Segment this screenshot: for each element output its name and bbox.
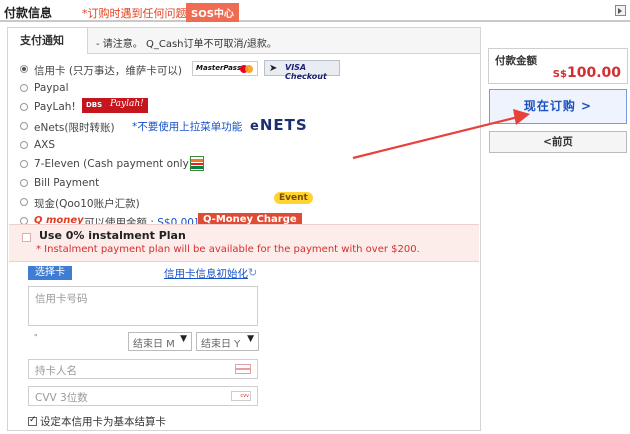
instalment-checkbox[interactable] [22,233,31,242]
masterpass-logo: MasterPass [192,61,258,76]
instalment-note: * Instalment payment plan will be availa… [36,244,420,255]
radio-paylah[interactable] [20,103,28,111]
payment-amount-box: 付款金额 S$100.00 [488,48,628,84]
payment-header: 付款信息 *订购时遇到任何问题请联系 SOS中心 [0,0,630,22]
credit-card-form: 选择卡 信用卡信息初始化 ↻ 信用卡号码 " 结束日 M ▼ 结束日 Y ▼ 持卡人… [26,266,456,432]
radio-enets[interactable] [20,122,28,130]
method-label: 信用卡 (只万事达，维萨卡可以) [34,65,183,77]
card-number-input[interactable]: 信用卡号码 [28,286,258,326]
method-label: Bill Payment [34,177,100,189]
cvv-icon: cvv [231,391,251,401]
instalment-plan-box: Use 0% instalment Plan * Instalment paym… [9,224,479,262]
select-card-button[interactable]: 选择卡 [28,266,72,280]
refresh-icon[interactable]: ↻ [248,266,257,279]
collapse-icon[interactable] [615,5,626,16]
reset-card-info-link[interactable]: 信用卡信息初始化 [164,266,248,281]
page-title: 付款信息 [4,6,53,20]
order-now-button[interactable]: 现在订购 > [489,89,627,124]
field-marker: " [34,333,38,342]
tab-payment-notice[interactable]: 支付通知 [8,28,88,54]
expiry-month-select[interactable]: 结束日 M ▼ [128,332,192,351]
seven-eleven-logo [190,156,204,171]
amount-label: 付款金额 [495,55,537,67]
radio-cash[interactable] [20,198,28,206]
method-cash[interactable]: 现金(Qoo10账户汇款) Event [18,192,478,212]
instalment-title: Use 0% instalment Plan [39,229,186,242]
method-label: AXS [34,139,56,151]
method-paypal[interactable]: Paypal [18,79,478,98]
chevron-down-icon: ▼ [247,334,254,344]
card-holder-input[interactable]: 持卡人名 [28,359,258,379]
enets-warning: *不要使用上拉菜单功能 [132,121,243,133]
cvv-input[interactable]: CVV 3位数 cvv [28,386,258,406]
method-label: eNets(限时转账) [34,122,115,134]
method-label: 7-Eleven (Cash payment only) [34,158,193,170]
expiry-year-select[interactable]: 结束日 Y ▼ [196,332,259,351]
sos-center-link[interactable]: SOS中心 [186,3,239,22]
card-icon [235,364,251,374]
method-bill-payment[interactable]: Bill Payment [18,174,478,193]
tab-bar: 支付通知 - 请注意。 Q_Cash订单不可取消/退款。 [8,28,480,54]
method-credit-card[interactable]: 信用卡 (只万事达，维萨卡可以) MasterPass ➤ VISA Check… [18,60,478,81]
radio-7-eleven[interactable] [20,160,28,168]
visa-checkout-logo: ➤ VISA Checkout [264,60,340,81]
paylah-logo: DBS Paylah! [82,98,148,113]
payment-method-list: 信用卡 (只万事达，维萨卡可以) MasterPass ➤ VISA Check… [18,60,478,231]
radio-axs[interactable] [20,141,28,149]
amount-value: S$100.00 [552,65,621,81]
default-card-checkbox[interactable]: 设定本信用卡为基本结算卡 [28,414,166,429]
method-enets[interactable]: eNets(限时转账) *不要使用上拉菜单功能 eNETS [18,117,478,136]
method-7-eleven[interactable]: 7-Eleven (Cash payment only) [18,155,478,174]
event-badge: Event [274,192,313,204]
method-paylah[interactable]: PayLah! DBS Paylah! [18,98,478,117]
previous-page-button[interactable]: <前页 [489,131,627,153]
radio-credit-card[interactable] [20,65,28,73]
radio-paypal[interactable] [20,84,28,92]
radio-bill-payment[interactable] [20,179,28,187]
chevron-down-icon: ▼ [180,334,187,344]
payment-notice-text: - 请注意。 Q_Cash订单不可取消/退款。 [96,39,277,50]
enets-logo: eNETS [250,116,308,134]
payment-panel: 支付通知 - 请注意。 Q_Cash订单不可取消/退款。 信用卡 (只万事达，维… [7,27,481,431]
checkbox-icon[interactable] [28,415,37,426]
method-label: Paypal [34,82,69,94]
method-axs[interactable]: AXS [18,136,478,155]
method-label: PayLah! [34,101,76,113]
method-label: 现金(Qoo10账户汇款) [34,198,140,210]
